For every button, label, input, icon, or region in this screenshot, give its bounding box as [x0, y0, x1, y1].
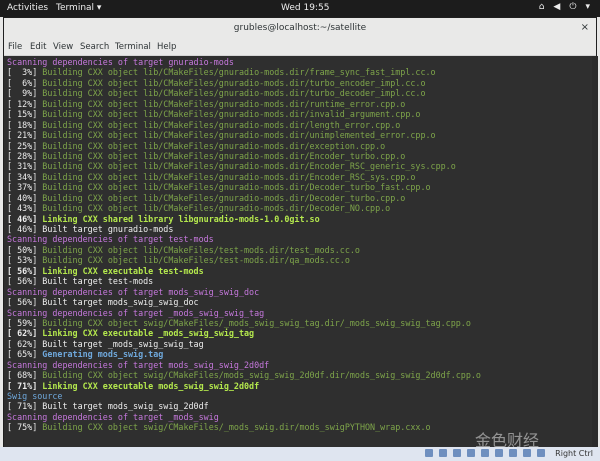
terminal-line: Scanning dependencies of target test-mod… — [7, 234, 214, 245]
terminal-line: [ 15%] Building CXX object lib/CMakeFile… — [7, 109, 421, 120]
terminal-line: [ 9%] Building CXX object lib/CMakeFiles… — [7, 88, 426, 99]
close-icon[interactable]: × — [581, 22, 589, 33]
network-adapter-icon — [467, 449, 475, 457]
window-title: grubles@localhost:~/satellite — [233, 23, 367, 33]
app-menu-button[interactable]: Terminal ▾ — [56, 3, 101, 13]
chevron-down-icon: ▾ — [585, 2, 590, 12]
terminal-line: [ 18%] Building CXX object lib/CMakeFile… — [7, 119, 401, 130]
terminal-output[interactable]: Scanning dependencies of target gnuradio… — [4, 56, 598, 447]
terminal-line: [ 46%] Linking CXX shared library libgnu… — [7, 213, 320, 224]
menu-terminal[interactable]: Terminal — [115, 42, 151, 52]
menu-bar: File Edit View Search Terminal Help — [4, 40, 596, 56]
terminal-line: [ 50%] Building CXX object lib/CMakeFile… — [7, 244, 360, 255]
terminal-window: grubles@localhost:~/satellite × File Edi… — [3, 17, 598, 447]
terminal-line: [ 25%] Building CXX object lib/CMakeFile… — [7, 140, 386, 151]
terminal-line: [ 65%] Generating mods_swig.tag — [7, 349, 164, 360]
terminal-line: [ 37%] Building CXX object lib/CMakeFile… — [7, 182, 431, 193]
window-titlebar[interactable]: grubles@localhost:~/satellite × — [4, 18, 596, 41]
terminal-line: [ 56%] Built target test-mods — [7, 276, 154, 287]
watermark: 金色财经 — [475, 431, 540, 450]
display-icon — [509, 449, 517, 457]
terminal-line: [ 40%] Building CXX object lib/CMakeFile… — [7, 192, 406, 203]
terminal-line: [ 56%] Built target mods_swig_swig_doc — [7, 297, 199, 308]
terminal-line: [ 71%] Built target mods_swig_swig_2d0df — [7, 401, 209, 412]
audio-icon — [453, 449, 461, 457]
terminal-line: [ 75%] Building CXX object swig/CMakeFil… — [7, 422, 431, 433]
host-key-label: Right Ctrl — [555, 449, 593, 458]
terminal-line: Scanning dependencies of target mods_swi… — [7, 359, 270, 370]
activities-button[interactable]: Activities — [7, 3, 48, 13]
volume-icon: ◀ — [553, 2, 561, 12]
optical-drive-icon — [439, 449, 447, 457]
terminal-line: [ 62%] Built target _mods_swig_swig_tag — [7, 338, 204, 349]
terminal-line: Scanning dependencies of target _mods_sw… — [7, 411, 219, 422]
terminal-line: [ 43%] Building CXX object lib/CMakeFile… — [7, 203, 391, 214]
menu-edit[interactable]: Edit — [30, 42, 46, 52]
system-tray[interactable]: ⌂ ◀ ⏻ ▾ — [539, 2, 590, 12]
terminal-line: [ 3%] Building CXX object lib/CMakeFiles… — [7, 67, 436, 78]
vm-status-icons — [425, 449, 545, 457]
terminal-lines: Scanning dependencies of target gnuradio… — [7, 57, 481, 433]
mouse-integration-icon — [537, 449, 545, 457]
terminal-line: [ 46%] Built target gnuradio-mods — [7, 224, 174, 234]
shared-folder-icon — [495, 449, 503, 457]
menu-search[interactable]: Search — [80, 42, 109, 52]
terminal-line: [ 28%] Building CXX object lib/CMakeFile… — [7, 150, 406, 161]
terminal-line: Scanning dependencies of target gnuradio… — [7, 57, 234, 67]
terminal-line: [ 62%] Linking CXX executable _mods_swig… — [7, 328, 255, 339]
terminal-line: [ 68%] Building CXX object swig/CMakeFil… — [7, 370, 481, 381]
menu-help[interactable]: Help — [157, 42, 176, 52]
terminal-line: [ 12%] Building CXX object lib/CMakeFile… — [7, 98, 406, 109]
terminal-line: [ 31%] Building CXX object lib/CMakeFile… — [7, 161, 456, 172]
terminal-line: [ 56%] Linking CXX executable test-mods — [7, 265, 204, 276]
terminal-line: Scanning dependencies of target mods_swi… — [7, 286, 260, 297]
terminal-line: [ 71%] Linking CXX executable mods_swig_… — [7, 380, 260, 391]
recording-icon — [523, 449, 531, 457]
network-icon: ⌂ — [538, 2, 545, 12]
menu-file[interactable]: File — [8, 42, 22, 52]
terminal-line: Swig source — [7, 391, 63, 401]
terminal-line: [ 53%] Building CXX object lib/CMakeFile… — [7, 255, 350, 266]
terminal-line: [ 6%] Building CXX object lib/CMakeFiles… — [7, 77, 426, 88]
usb-icon — [481, 449, 489, 457]
menu-view[interactable]: View — [53, 42, 73, 52]
vm-status-bar: Right Ctrl — [0, 447, 600, 461]
terminal-scrollbar[interactable] — [592, 56, 598, 447]
power-icon: ⏻ — [569, 2, 577, 12]
terminal-line: [ 21%] Building CXX object lib/CMakeFile… — [7, 130, 436, 141]
terminal-line: Scanning dependencies of target _mods_sw… — [7, 307, 265, 318]
terminal-line: [ 34%] Building CXX object lib/CMakeFile… — [7, 171, 416, 182]
hdd-icon — [425, 449, 433, 457]
clock[interactable]: Wed 19:55 — [281, 3, 329, 13]
gnome-top-bar: Activities Terminal ▾ Wed 19:55 ⌂ ◀ ⏻ ▾ — [0, 0, 600, 17]
terminal-line: [ 59%] Building CXX object swig/CMakeFil… — [7, 317, 471, 328]
